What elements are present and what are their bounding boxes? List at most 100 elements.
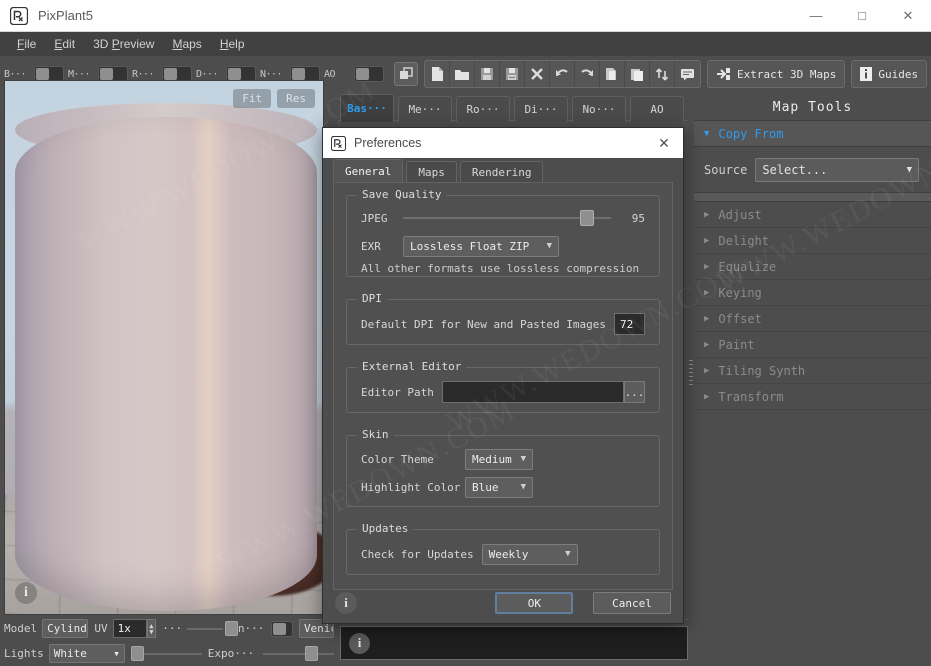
close-icon[interactable]: ✕ [651, 130, 677, 156]
tab-roughness[interactable]: Ro··· [456, 96, 510, 122]
section-keying[interactable]: ▶ Keying [694, 280, 931, 306]
toggle-knob [292, 68, 305, 80]
check-updates-label: Check for Updates [361, 547, 474, 561]
slider-thumb[interactable] [579, 210, 594, 226]
highlight-color-row: Highlight Color Blue ▼ [347, 473, 659, 501]
menu-item-edit[interactable]: Edit [45, 34, 84, 54]
section-copy-from[interactable]: ▼ Copy From [694, 121, 931, 147]
extract-3d-maps-button[interactable]: Extract 3D Maps [707, 60, 846, 88]
info-circle-icon[interactable]: i [349, 632, 370, 654]
color-theme-dropdown[interactable]: Medium ▼ [465, 448, 533, 470]
exr-format-dropdown[interactable]: Lossless Float ZIP ▼ [403, 235, 559, 257]
menu-item-help[interactable]: Help [211, 34, 254, 54]
map-tools-panel: Map Tools ▼ Copy From Source Select... ▼… [694, 94, 931, 666]
tab-maps[interactable]: Maps [406, 161, 457, 182]
uv-stepper-arrows[interactable]: ▲ ▼ [146, 619, 157, 638]
app-title: PixPlant5 [38, 8, 93, 23]
menu-item-file[interactable]: File [8, 34, 45, 54]
res-button[interactable]: Res [277, 89, 315, 108]
section-transform-label: Transform [718, 389, 784, 404]
map-tabbar: Bas··· Me··· Ro··· Di··· No··· AO [340, 94, 688, 122]
source-dropdown[interactable]: Select... ▼ [755, 157, 919, 182]
slider-thumb[interactable] [130, 646, 144, 661]
redo-icon[interactable] [575, 61, 600, 87]
model-dropdown[interactable]: Cylind ▾ [42, 619, 89, 638]
chevron-down-icon: ▼ [906, 164, 912, 175]
info-circle-icon[interactable]: i [335, 592, 357, 614]
menu-accel: P [111, 37, 120, 51]
pixplant-logo-icon [10, 6, 28, 25]
channel-toggle-ao[interactable]: AO [324, 66, 384, 82]
section-keying-label: Keying [718, 285, 762, 300]
default-dpi-row: Default DPI for New and Pasted Images 72 [347, 310, 659, 338]
section-paint[interactable]: ▶ Paint [694, 332, 931, 358]
check-updates-dropdown[interactable]: Weekly ▼ [481, 543, 578, 565]
toggle-knob [164, 68, 177, 80]
group-dpi: DPI Default DPI for New and Pasted Image… [346, 292, 660, 345]
slider-thumb[interactable] [225, 621, 239, 636]
tab-general[interactable]: General [333, 159, 404, 182]
fit-button[interactable]: Fit [233, 89, 272, 108]
close-button[interactable]: ✕ [885, 0, 931, 32]
tab-ao[interactable]: AO [630, 96, 684, 122]
3d-preview-viewport[interactable]: Fit Res i [4, 80, 324, 615]
tab-displacement[interactable]: Di··· [514, 96, 568, 122]
model-label: Model [4, 622, 38, 635]
editor-path-input[interactable] [441, 381, 624, 403]
chevron-down-icon: ▼ [565, 549, 571, 559]
open-folder-icon[interactable] [450, 61, 475, 87]
info-circle-icon[interactable]: i [15, 582, 37, 604]
env-toggle[interactable] [271, 620, 293, 637]
minimize-button[interactable]: — [793, 0, 839, 32]
save-icon[interactable] [475, 61, 500, 87]
section-adjust[interactable]: ▶ Adjust [694, 202, 931, 228]
channel-label: M··· [68, 68, 91, 80]
tab-base[interactable]: Bas··· [340, 94, 394, 122]
section-delight[interactable]: ▶ Delight [694, 228, 931, 254]
menu-item-3d-preview[interactable]: 3D Preview [84, 34, 163, 54]
ok-button[interactable]: OK [495, 592, 574, 615]
save-as-icon[interactable] [500, 61, 525, 87]
section-tiling-synth[interactable]: ▶ Tiling Synth [694, 358, 931, 384]
highlight-color-label: Highlight Color [361, 480, 461, 494]
guides-button[interactable]: Guides [851, 60, 928, 88]
section-equalize[interactable]: ▶ Equalize [694, 254, 931, 280]
cancel-button[interactable]: Cancel [593, 592, 671, 615]
jpeg-quality-slider[interactable] [403, 209, 611, 227]
section-offset[interactable]: ▶ Offset [694, 306, 931, 332]
tab-metallic[interactable]: Me··· [398, 96, 452, 122]
menu-rest: dit [62, 37, 76, 51]
preview-bottom-controls: Model Cylind ▾ UV 1x ▲▼ ··· En··· Venic … [0, 616, 334, 666]
browse-editor-path-button[interactable]: ... [624, 381, 645, 403]
new-file-icon[interactable] [425, 61, 450, 87]
highlight-color-dropdown[interactable]: Blue ▼ [465, 476, 533, 498]
tab-normal[interactable]: No··· [572, 96, 626, 122]
toggle-knob [36, 68, 49, 80]
uv-stepper-field[interactable]: 1x [112, 619, 147, 638]
toggle-switch[interactable] [354, 66, 384, 82]
duplicate-window-icon[interactable] [394, 62, 418, 86]
exposure-slider[interactable] [263, 646, 334, 662]
chevron-down-icon: ▼ [546, 241, 552, 251]
menu-bar: File Edit 3D Preview Maps Help [0, 32, 931, 56]
extract-3d-maps-label-wrap: Extract 3D Maps [708, 61, 844, 87]
close-x-icon[interactable] [525, 61, 550, 87]
section-transform[interactable]: ▶ Transform [694, 384, 931, 410]
lights-dropdown[interactable]: White ▾ [48, 644, 125, 663]
paste-icon[interactable] [625, 61, 650, 87]
slider-thumb[interactable] [305, 646, 319, 661]
preferences-general-panel: Save Quality JPEG 95 EXR Lossless Float … [333, 182, 673, 590]
menu-pre: 3D [93, 37, 112, 51]
undo-icon[interactable] [550, 61, 575, 87]
swap-updown-icon[interactable] [650, 61, 675, 87]
section-offset-label: Offset [718, 311, 762, 326]
copy-icon[interactable] [600, 61, 625, 87]
tab-rendering[interactable]: Rendering [459, 161, 544, 182]
default-dpi-input[interactable]: 72 [614, 313, 645, 335]
comment-icon[interactable] [675, 61, 700, 87]
maximize-button[interactable]: □ [839, 0, 885, 32]
lights-intensity-slider[interactable] [130, 646, 202, 662]
channel-label: AO [324, 68, 336, 80]
menu-item-maps[interactable]: Maps [163, 34, 210, 54]
mid-slider[interactable] [187, 621, 239, 637]
